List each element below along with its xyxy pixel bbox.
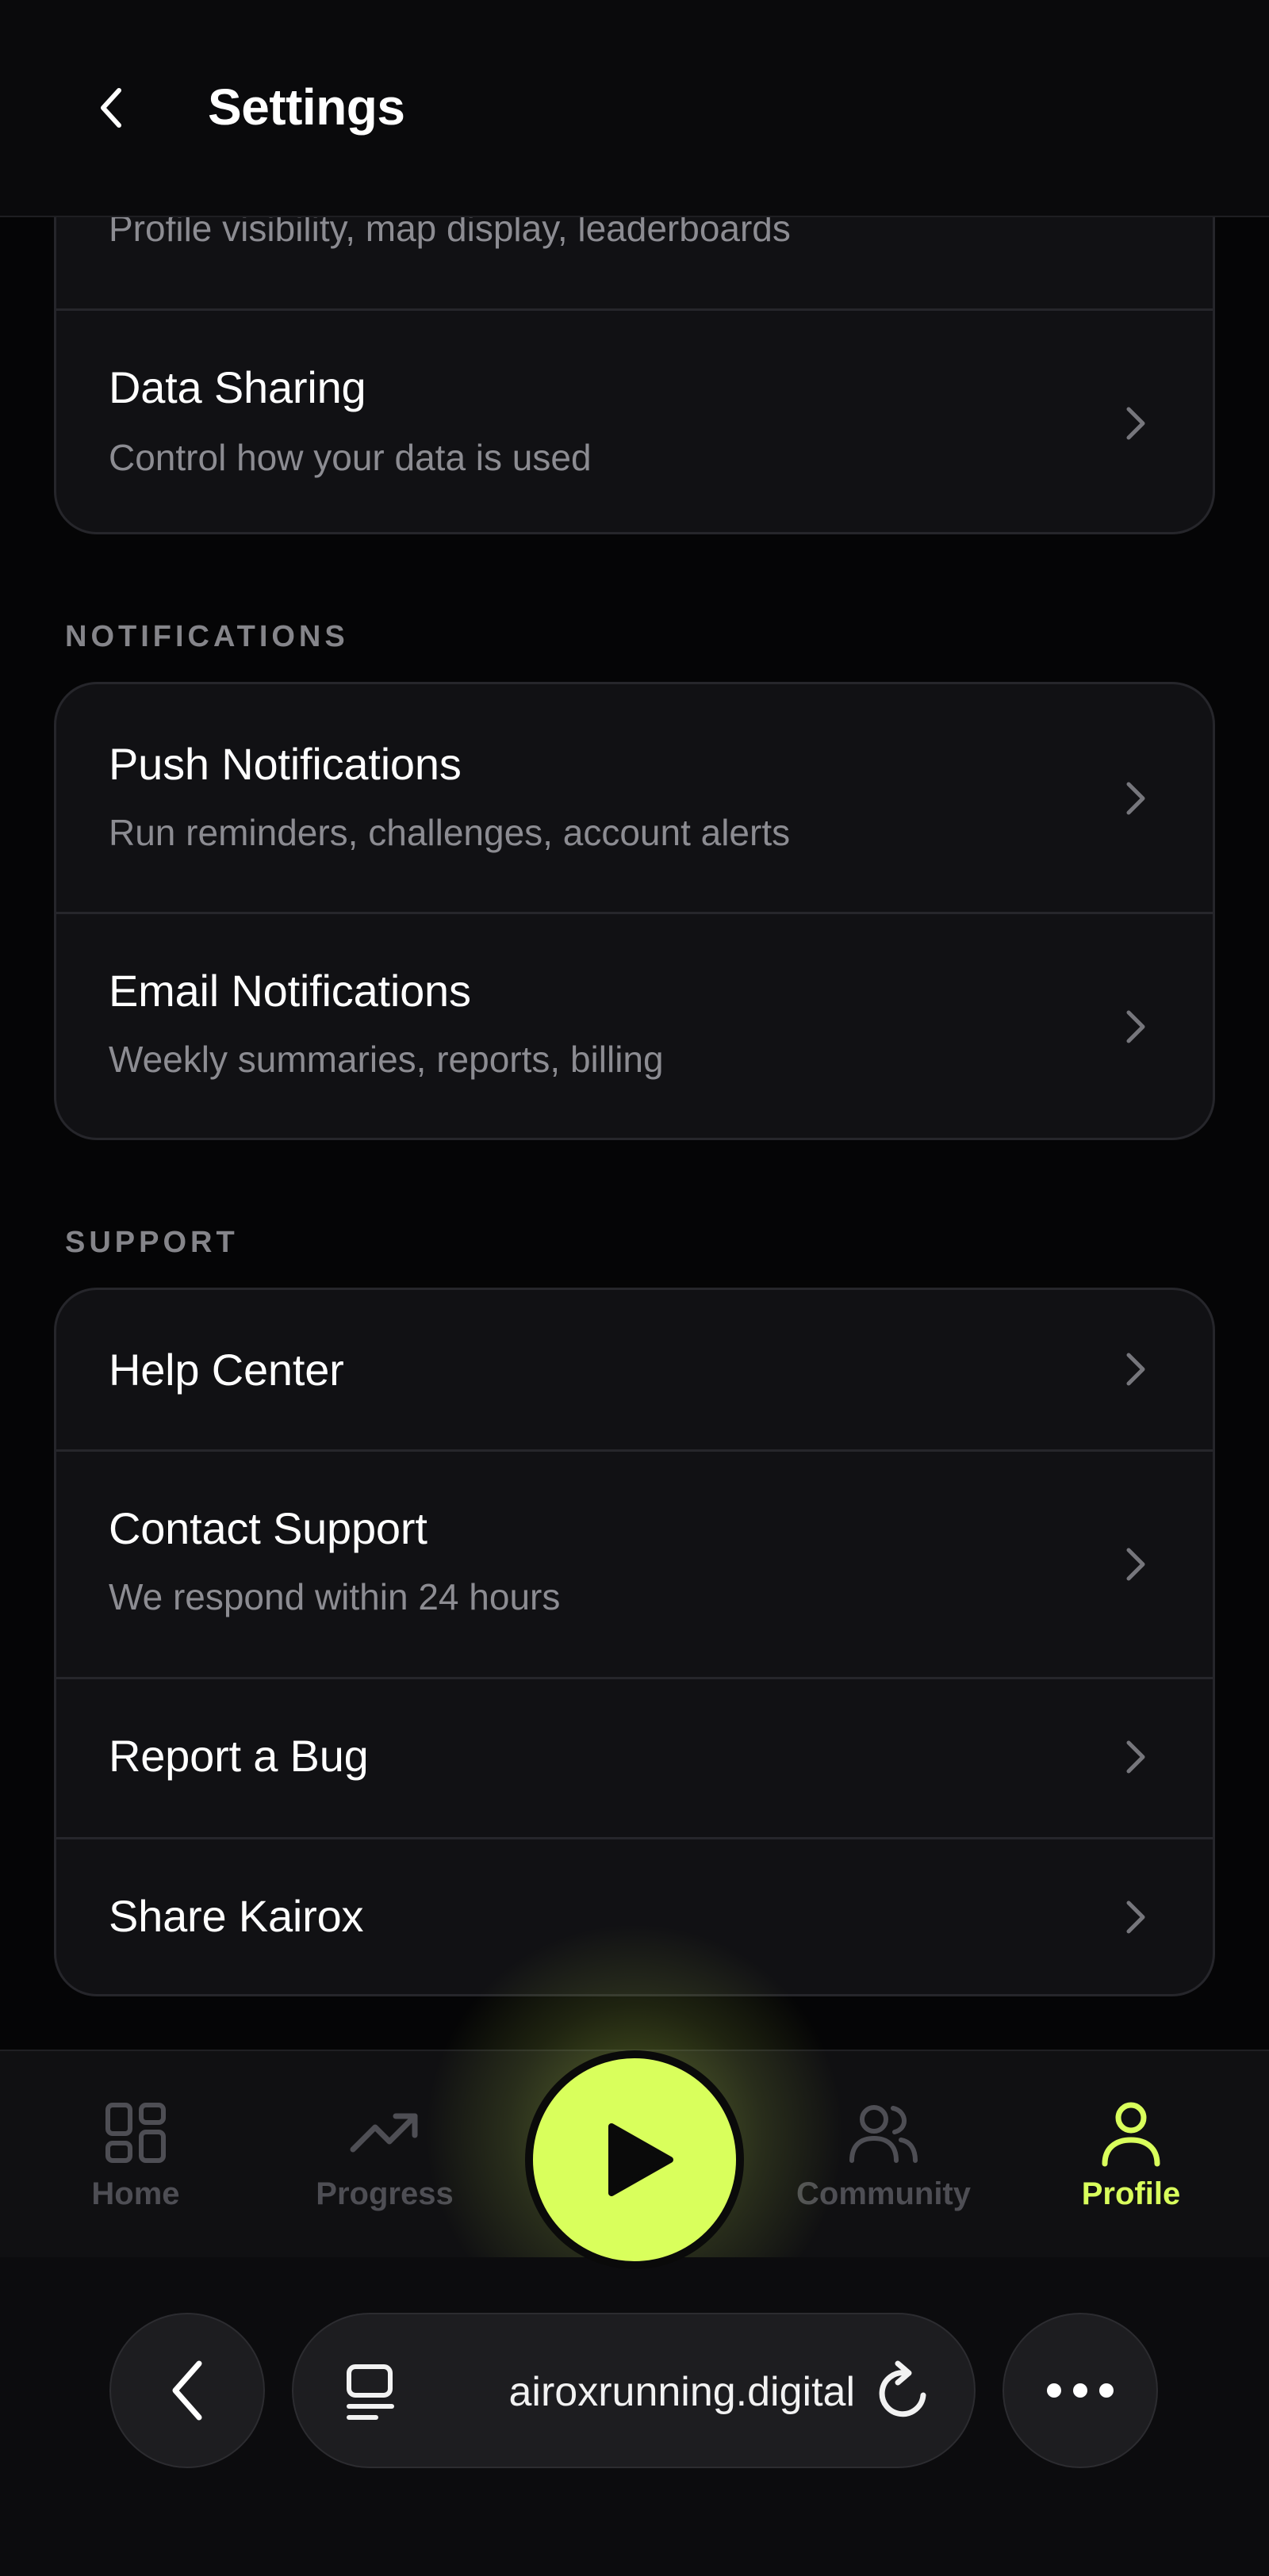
data-sharing-title: Data Sharing bbox=[109, 362, 366, 412]
support-section-label: SUPPORT bbox=[65, 1226, 239, 1259]
push-notifications-title: Push Notifications bbox=[109, 739, 462, 789]
nav-home-label: Home bbox=[91, 2176, 180, 2211]
contact-support-row[interactable]: Contact Support We respond within 24 hou… bbox=[56, 1449, 1213, 1677]
support-card: Help Center Contact Support We respond w… bbox=[54, 1288, 1215, 1996]
email-notifications-subtitle: Weekly summaries, reports, billing bbox=[109, 1039, 664, 1080]
nav-home[interactable]: Home bbox=[48, 2051, 224, 2259]
email-notifications-row[interactable]: Email Notifications Weekly summaries, re… bbox=[56, 912, 1213, 1138]
contact-support-subtitle: We respond within 24 hours bbox=[109, 1576, 561, 1617]
reload-icon[interactable] bbox=[874, 2360, 934, 2424]
nav-profile[interactable]: Profile bbox=[1049, 2051, 1213, 2259]
browser-more-button[interactable] bbox=[1003, 2313, 1158, 2468]
chevron-right-icon bbox=[1126, 1900, 1145, 1934]
report-bug-row[interactable]: Report a Bug bbox=[56, 1677, 1213, 1837]
browser-back-button[interactable] bbox=[109, 2313, 265, 2468]
report-bug-title: Report a Bug bbox=[109, 1731, 369, 1781]
push-notifications-row[interactable]: Push Notifications Run reminders, challe… bbox=[56, 684, 1213, 912]
chevron-left-icon bbox=[101, 88, 121, 128]
data-sharing-subtitle: Control how your data is used bbox=[109, 437, 592, 478]
help-center-title: Help Center bbox=[109, 1345, 344, 1395]
url-bar[interactable]: airoxrunning.digital bbox=[292, 2313, 976, 2468]
help-center-row[interactable]: Help Center bbox=[56, 1290, 1213, 1449]
chevron-right-icon bbox=[1126, 782, 1145, 815]
reader-icon bbox=[347, 2364, 394, 2420]
chevron-left-icon bbox=[172, 2360, 202, 2421]
settings-scroll-area[interactable]: Profile visibility, map display, leaderb… bbox=[0, 0, 1269, 2050]
grid-icon bbox=[105, 2103, 166, 2163]
play-icon bbox=[608, 2123, 673, 2196]
url-text: airoxrunning.digital bbox=[508, 2369, 856, 2415]
notifications-card: Push Notifications Run reminders, challe… bbox=[54, 682, 1215, 1140]
data-sharing-row[interactable]: Data Sharing Control how your data is us… bbox=[56, 308, 1213, 532]
top-header: Settings bbox=[0, 0, 1269, 217]
nav-profile-label: Profile bbox=[1081, 2176, 1181, 2211]
start-run-button[interactable] bbox=[525, 2050, 744, 2269]
chevron-right-icon bbox=[1126, 1010, 1145, 1043]
chevron-right-icon bbox=[1126, 407, 1145, 440]
notifications-section-label: NOTIFICATIONS bbox=[65, 620, 349, 653]
more-horizontal-icon bbox=[1047, 2383, 1114, 2398]
user-icon bbox=[1102, 2102, 1160, 2167]
chevron-right-icon bbox=[1126, 1353, 1145, 1386]
back-button[interactable] bbox=[86, 76, 136, 140]
contact-support-title: Contact Support bbox=[109, 1503, 427, 1553]
share-kairox-title: Share Kairox bbox=[109, 1891, 364, 1941]
page-title: Settings bbox=[208, 78, 405, 136]
browser-toolbar: airoxrunning.digital bbox=[0, 2257, 1269, 2576]
push-notifications-subtitle: Run reminders, challenges, account alert… bbox=[109, 812, 791, 853]
chevron-right-icon bbox=[1126, 1548, 1145, 1581]
email-notifications-title: Email Notifications bbox=[109, 966, 471, 1016]
chevron-right-icon bbox=[1126, 1740, 1145, 1774]
